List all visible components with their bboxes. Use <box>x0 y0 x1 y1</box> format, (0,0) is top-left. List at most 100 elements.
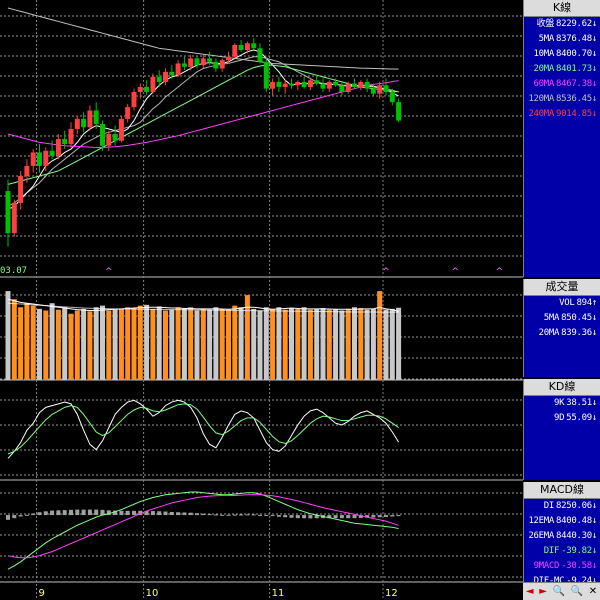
candle-body <box>232 44 238 57</box>
k-line-row-240ma: 240MA 9014.85↓ <box>524 107 600 122</box>
macd-label: 9MACD <box>533 561 560 571</box>
volume-bar <box>68 313 74 380</box>
volume-bar <box>238 307 244 380</box>
candle-body <box>320 83 326 89</box>
candle-body <box>314 80 320 84</box>
macd-histogram-bar <box>62 510 67 516</box>
macd-label: DIF <box>543 546 560 556</box>
macd-histogram-bar <box>201 513 206 516</box>
candle-body <box>289 83 294 86</box>
candle-body <box>263 61 269 89</box>
volume-row-20ma: 20MA 839.36↓ <box>524 326 600 341</box>
candle-body <box>219 60 225 69</box>
chart-navigation-bar: ◄ ► 🔍 🔍 ✕ <box>523 582 600 600</box>
volume-bar <box>194 310 200 380</box>
macd-histogram-bar <box>371 515 376 518</box>
macd-arrow-icon: ↓ <box>591 516 597 526</box>
scroll-left-icon[interactable]: ◄ <box>526 586 534 597</box>
candle-body <box>226 56 231 61</box>
macd-histogram-bar <box>390 515 395 517</box>
x-axis-label: 11 <box>272 588 285 599</box>
macd-label: 12EMA <box>528 516 555 526</box>
volume-arrow-icon: ↑ <box>591 298 597 308</box>
zoom-out-icon[interactable]: 🔍 <box>553 586 565 597</box>
candle-body <box>62 139 68 145</box>
candle-body <box>100 123 105 146</box>
volume-bar <box>263 307 269 380</box>
ma-line-20ma <box>7 64 399 185</box>
volume-bar <box>219 308 225 380</box>
candle-body <box>333 81 339 86</box>
volume-bar <box>345 308 351 380</box>
macd-histogram-bar <box>169 511 174 516</box>
k-line-info-panel: K線 收盤 8229.62↓ 5MA 8376.48↓ 10MA 8400.70↓ 20MA… <box>523 0 600 277</box>
volume-bar <box>137 305 143 380</box>
close-icon[interactable]: ✕ <box>589 586 597 597</box>
k-line-value: 8376.48 <box>556 34 592 44</box>
macd-histogram-bar <box>270 515 275 517</box>
candle-body <box>207 58 213 62</box>
k-line-label: 60MA <box>533 79 555 89</box>
macd-histogram-bar <box>213 514 218 516</box>
candle-body <box>175 63 181 76</box>
volume-bar <box>156 306 162 380</box>
candle-body <box>377 85 383 94</box>
candle-body <box>106 134 112 146</box>
k-line-arrow-icon: ↓ <box>591 19 597 29</box>
macd-row-26ema: 26EMA 8440.30↓ <box>524 529 600 544</box>
ma-line-10ma <box>7 56 399 207</box>
volume-bar <box>49 303 55 380</box>
kd-label: 9K <box>554 398 565 408</box>
k-line-value: 8401.73 <box>556 64 592 74</box>
volume-bar <box>43 310 49 380</box>
macd-histogram-bar <box>176 512 181 516</box>
candle-body <box>137 86 143 92</box>
volume-bar <box>18 307 24 380</box>
macd-arrow-icon: ↓ <box>591 501 597 511</box>
volume-arrow-icon: ↓ <box>591 328 597 338</box>
macd-value: -30.58 <box>561 561 592 571</box>
macd-histogram-bar <box>188 512 193 516</box>
candle-body <box>131 92 137 108</box>
volume-bar <box>307 309 313 380</box>
candle-body <box>282 83 288 87</box>
volume-bar <box>326 309 332 380</box>
k-line-label: 240MA <box>528 109 555 119</box>
candle-body <box>244 43 250 50</box>
kd-row-9k: 9K 38.51↓ <box>524 396 600 411</box>
signal-marker: ^ <box>382 267 390 277</box>
candle-body <box>301 81 307 87</box>
macd-histogram-bar <box>157 511 162 516</box>
candle-body <box>125 107 131 119</box>
volume-bar <box>169 309 175 380</box>
macd-histogram-bar <box>308 515 313 519</box>
macd-histogram-bar <box>295 515 300 519</box>
volume-bar <box>295 308 301 380</box>
zoom-in-icon[interactable]: 🔍 <box>571 586 583 597</box>
macd-histogram-bar <box>37 512 42 516</box>
candle-body <box>11 202 17 234</box>
macd-histogram-bar <box>69 509 73 516</box>
volume-bar <box>30 305 36 380</box>
signal-marker: ^ <box>105 267 113 277</box>
scroll-right-icon[interactable]: ► <box>539 586 547 597</box>
macd-value: 8400.48 <box>556 516 592 526</box>
stock-chart[interactable]: ^ ^ ^ ^ 03.07 9 10 11 12 <box>0 0 523 599</box>
k-line-arrow-icon: ↓ <box>591 79 597 89</box>
volume-bar <box>396 307 402 380</box>
macd-histogram-bar <box>251 514 256 516</box>
volume-bar <box>276 307 282 380</box>
macd-histogram-bar <box>226 514 231 516</box>
candle-body <box>37 152 42 166</box>
volume-bar <box>112 309 118 380</box>
macd-value: 8440.30 <box>556 531 592 541</box>
volume-bar <box>200 308 206 380</box>
candle-body <box>194 58 200 66</box>
k-line-arrow-icon: ↓ <box>591 94 597 104</box>
candle-body <box>68 128 74 145</box>
candle-body <box>270 81 276 89</box>
macd-histogram-bar <box>195 513 199 516</box>
chart-area[interactable]: ^ ^ ^ ^ 03.07 9 10 11 12 <box>0 0 523 599</box>
candle-body <box>74 118 80 129</box>
volume-row-vol: VOL 894↑ <box>524 296 600 311</box>
